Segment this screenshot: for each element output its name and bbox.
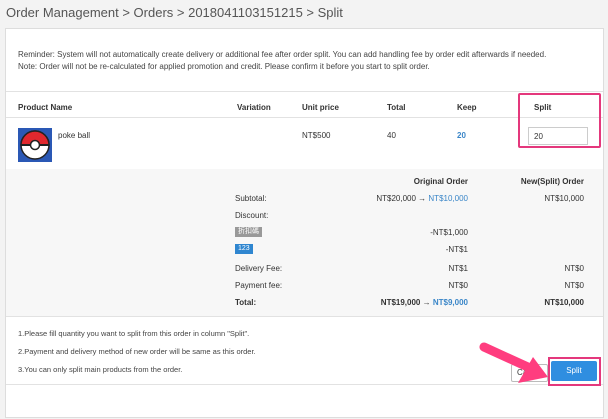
- coupon-value: -NT$1: [445, 245, 468, 254]
- header-total: Total: [387, 103, 406, 112]
- split-order-panel: Reminder: System will not automatically …: [5, 28, 604, 418]
- discount-code-tag: 折扣碼: [235, 227, 262, 237]
- delivery-fee-label: Delivery Fee:: [235, 264, 283, 273]
- split-column-highlight: [518, 93, 601, 148]
- note-item: 3.You can only split main products from …: [18, 365, 183, 374]
- product-keep: 20: [457, 131, 466, 140]
- product-total: 40: [387, 131, 396, 140]
- discount-code-value: -NT$1,000: [430, 228, 468, 237]
- total-original-from: NT$19,000: [380, 298, 421, 307]
- header-variation: Variation: [237, 103, 271, 112]
- discount-label: Discount:: [235, 211, 269, 220]
- subtotal-original-to: NT$10,000: [428, 194, 468, 203]
- divider: [6, 316, 603, 317]
- order-summary: [6, 169, 603, 316]
- payment-fee-original: NT$0: [448, 281, 468, 290]
- split-button[interactable]: Split: [551, 361, 597, 381]
- delivery-fee-new: NT$0: [564, 264, 584, 273]
- pokeball-thumbnail: [18, 128, 52, 162]
- divider: [6, 384, 603, 385]
- payment-fee-new: NT$0: [564, 281, 584, 290]
- arrow-icon: →: [418, 194, 427, 203]
- note-item: 2.Payment and delivery method of new ord…: [18, 347, 256, 356]
- divider: [6, 117, 603, 118]
- col-original-order: Original Order: [413, 177, 468, 186]
- payment-fee-label: Payment fee:: [235, 281, 283, 290]
- subtotal-original-from: NT$20,000: [376, 194, 416, 203]
- col-new-order: New(Split) Order: [520, 177, 584, 186]
- arrow-icon: →: [422, 298, 431, 307]
- total-label: Total:: [235, 298, 257, 307]
- product-unit-price: NT$500: [302, 131, 331, 140]
- notice-line-1: Reminder: System will not automatically …: [18, 50, 547, 59]
- subtotal-original: NT$20,000 → NT$10,000: [376, 194, 468, 203]
- subtotal-label: Subtotal:: [235, 194, 267, 203]
- notice-line-2: Note: Order will not be re-calculated fo…: [18, 62, 430, 71]
- breadcrumb: Order Management > Orders > 201804110315…: [6, 5, 343, 20]
- coupon-tag: 123: [235, 244, 253, 254]
- subtotal-new: NT$10,000: [544, 194, 584, 203]
- delivery-fee-original: NT$1: [448, 264, 468, 273]
- cancel-button[interactable]: Cancel: [511, 364, 548, 382]
- header-unit-price: Unit price: [302, 103, 339, 112]
- total-original: NT$19,000 → NT$9,000: [381, 298, 468, 307]
- header-product-name: Product Name: [18, 103, 73, 112]
- note-item: 1.Please fill quantity you want to split…: [18, 329, 250, 338]
- product-name[interactable]: poke ball: [58, 131, 90, 140]
- divider: [6, 91, 603, 92]
- total-new: NT$10,000: [544, 298, 584, 307]
- header-keep: Keep: [457, 103, 477, 112]
- reminder-notice: Reminder: System will not automatically …: [18, 49, 590, 73]
- total-original-to: NT$9,000: [432, 298, 468, 307]
